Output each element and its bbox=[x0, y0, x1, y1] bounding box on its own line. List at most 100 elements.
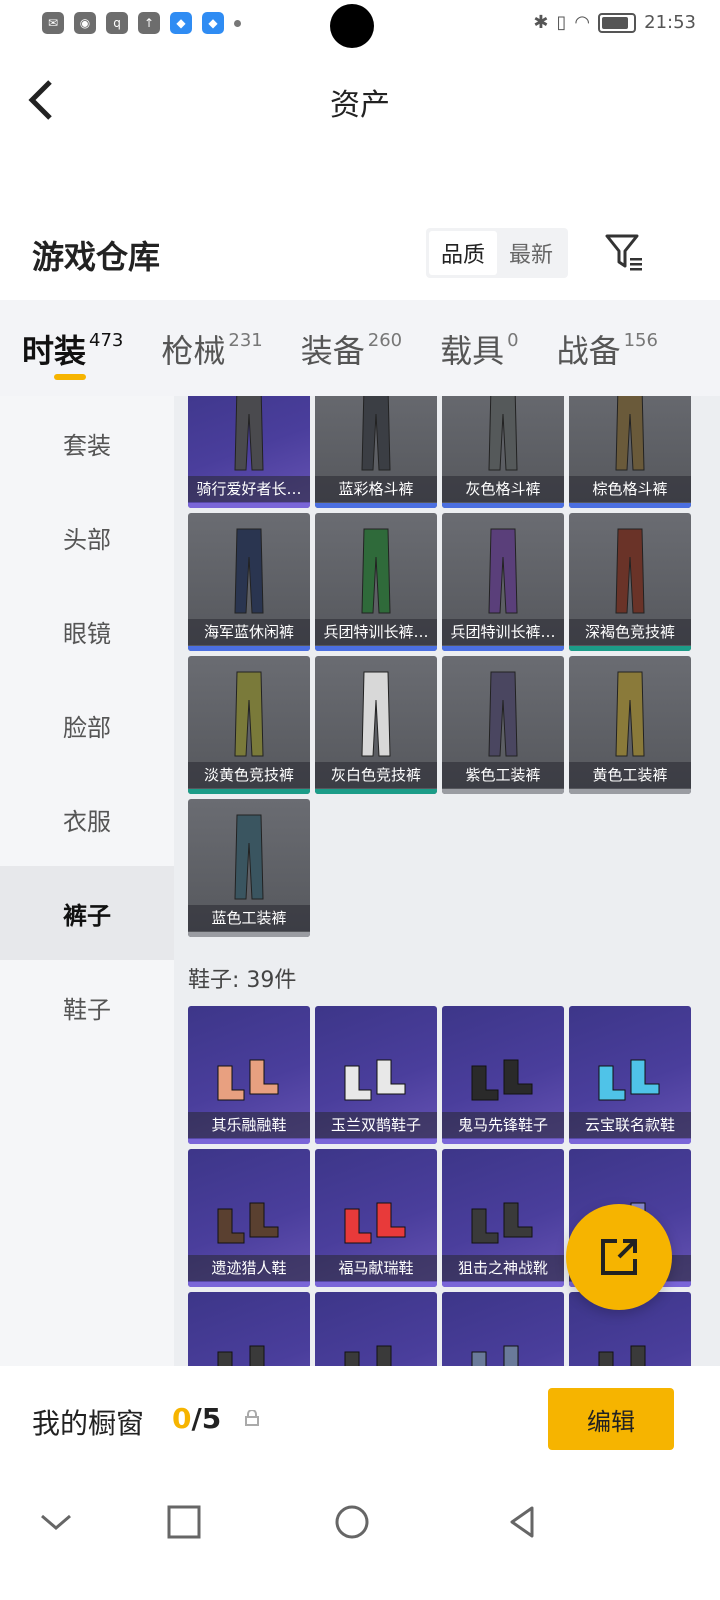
item-card[interactable]: 灰白色竞技裤 bbox=[315, 656, 437, 794]
sort-newest-button[interactable]: 最新 bbox=[497, 231, 565, 275]
sidebar-item-glasses[interactable]: 眼镜 bbox=[0, 584, 174, 678]
shoes-image bbox=[471, 1345, 519, 1366]
tab-supplies[interactable]: 战备 156 bbox=[557, 300, 658, 396]
showcase-total: /5 bbox=[191, 1402, 222, 1435]
sidebar-item-pants[interactable]: 裤子 bbox=[0, 866, 174, 960]
item-card[interactable]: 狙击之神战靴 bbox=[442, 1149, 564, 1287]
sidebar-item-head[interactable]: 头部 bbox=[0, 490, 174, 584]
tab-label: 时装 bbox=[22, 332, 87, 370]
shoes-image bbox=[217, 1202, 279, 1244]
item-name: 深褐色竞技裤 bbox=[569, 619, 691, 645]
pants-image bbox=[361, 396, 391, 471]
tab-fashion[interactable]: 时装 473 bbox=[22, 300, 123, 396]
rarity-bar bbox=[569, 1139, 691, 1144]
item-card[interactable] bbox=[315, 1292, 437, 1366]
item-name: 蓝彩格斗裤 bbox=[315, 476, 437, 502]
clock: 21:53 bbox=[644, 12, 696, 33]
filter-button[interactable] bbox=[604, 232, 644, 272]
nav-home-icon[interactable] bbox=[332, 1502, 372, 1542]
item-card[interactable]: 深褐色竞技裤 bbox=[569, 513, 691, 651]
vibrate-icon: ▯ bbox=[556, 12, 567, 33]
item-card[interactable] bbox=[188, 1292, 310, 1366]
header: 资产 bbox=[0, 56, 720, 146]
sidebar-item-shoes[interactable]: 鞋子 bbox=[0, 960, 174, 1054]
item-card[interactable]: 兵团特训长裤… bbox=[442, 513, 564, 651]
pants-image bbox=[615, 396, 645, 471]
item-card[interactable]: 其乐融融鞋 bbox=[188, 1006, 310, 1144]
sidebar-item-face[interactable]: 脸部 bbox=[0, 678, 174, 772]
tab-vehicles[interactable]: 载具 0 bbox=[440, 300, 518, 396]
item-card[interactable]: 黄色工装裤 bbox=[569, 656, 691, 794]
item-name: 兵团特训长裤… bbox=[442, 619, 564, 645]
sidebar-item-clothes[interactable]: 衣服 bbox=[0, 772, 174, 866]
tab-guns[interactable]: 枪械 231 bbox=[161, 300, 262, 396]
item-card[interactable] bbox=[442, 1292, 564, 1366]
pants-image bbox=[234, 528, 264, 614]
shoes-image bbox=[217, 1345, 265, 1366]
tab-count: 231 bbox=[228, 330, 263, 351]
rarity-bar bbox=[188, 503, 310, 508]
item-card[interactable]: 紫色工装裤 bbox=[442, 656, 564, 794]
rarity-bar bbox=[569, 646, 691, 651]
rarity-bar bbox=[188, 646, 310, 651]
item-name: 遗迹猎人鞋 bbox=[188, 1255, 310, 1281]
sidebar-item-suits[interactable]: 套装 bbox=[0, 396, 174, 490]
shoes-image bbox=[217, 1059, 279, 1101]
edit-button[interactable]: 编辑 bbox=[548, 1388, 674, 1450]
pants-image bbox=[361, 528, 391, 614]
nav-recents-icon[interactable] bbox=[164, 1502, 204, 1542]
pants-image bbox=[361, 671, 391, 757]
app-notification-icon: ◆ bbox=[202, 12, 224, 34]
item-card[interactable]: 骑行爱好者长… bbox=[188, 396, 310, 508]
rarity-bar bbox=[315, 1282, 437, 1287]
rarity-bar bbox=[315, 789, 437, 794]
status-bar: ✉ ◉ q ↑ ◆ ◆ ✱ ▯ ◠ 21:53 bbox=[0, 0, 720, 56]
rarity-bar bbox=[442, 503, 564, 508]
item-card[interactable]: 蓝色工装裤 bbox=[188, 799, 310, 937]
pants-image bbox=[488, 528, 518, 614]
shoes-image bbox=[344, 1345, 392, 1366]
item-card[interactable]: 玉兰双鹊鞋子 bbox=[315, 1006, 437, 1144]
item-card[interactable]: 海军蓝休闲裤 bbox=[188, 513, 310, 651]
item-card[interactable]: 兵团特训长裤… bbox=[315, 513, 437, 651]
item-card[interactable]: 灰色格斗裤 bbox=[442, 396, 564, 508]
battery-icon bbox=[598, 12, 637, 33]
notification-icons: ✉ ◉ q ↑ ◆ ◆ bbox=[42, 12, 241, 34]
tab-count: 260 bbox=[367, 330, 403, 351]
item-card[interactable]: 福马献瑞鞋 bbox=[315, 1149, 437, 1287]
rarity-bar bbox=[442, 1139, 564, 1144]
page-title: 资产 bbox=[330, 88, 390, 123]
shoes-image bbox=[598, 1059, 660, 1101]
share-button[interactable] bbox=[566, 1204, 672, 1310]
lock-icon bbox=[245, 1410, 259, 1426]
item-name: 其乐融融鞋 bbox=[188, 1112, 310, 1138]
tab-equipment[interactable]: 装备 260 bbox=[301, 300, 402, 396]
wechat-icon: ✉ bbox=[42, 12, 64, 34]
item-name: 淡黄色竞技裤 bbox=[188, 762, 310, 788]
item-card[interactable]: 棕色格斗裤 bbox=[569, 396, 691, 508]
rarity-bar bbox=[315, 1139, 437, 1144]
shoes-image bbox=[471, 1059, 533, 1101]
more-notifications-icon bbox=[234, 19, 241, 27]
rarity-bar bbox=[569, 789, 691, 794]
item-card[interactable]: 云宝联名款鞋 bbox=[569, 1006, 691, 1144]
rarity-bar bbox=[442, 1282, 564, 1287]
tab-indicator bbox=[54, 374, 86, 380]
shoes-image bbox=[471, 1202, 533, 1244]
category-tabs: 时装 473 枪械 231 装备 260 载具 0 战备 156 bbox=[0, 300, 720, 396]
nav-collapse-icon[interactable] bbox=[36, 1502, 76, 1542]
item-card[interactable]: 蓝彩格斗裤 bbox=[315, 396, 437, 508]
rarity-bar bbox=[188, 1139, 310, 1144]
tab-label: 装备 bbox=[300, 332, 365, 370]
shoes-section-title: 鞋子: 39件 bbox=[188, 968, 297, 993]
sort-quality-button[interactable]: 品质 bbox=[429, 231, 497, 275]
pants-image bbox=[488, 396, 518, 471]
item-card[interactable]: 淡黄色竞技裤 bbox=[188, 656, 310, 794]
pants-grid: 骑行爱好者长… 蓝彩格斗裤 灰色格斗裤 棕色格斗裤 海军蓝休闲裤 兵团特训长裤… 兵团特训长… bbox=[188, 396, 691, 937]
shoes-image bbox=[344, 1202, 406, 1244]
item-card[interactable]: 遗迹猎人鞋 bbox=[188, 1149, 310, 1287]
nav-back-icon[interactable] bbox=[502, 1502, 542, 1542]
item-card[interactable]: 鬼马先锋鞋子 bbox=[442, 1006, 564, 1144]
item-name: 灰白色竞技裤 bbox=[315, 762, 437, 788]
item-name: 福马献瑞鞋 bbox=[315, 1255, 437, 1281]
